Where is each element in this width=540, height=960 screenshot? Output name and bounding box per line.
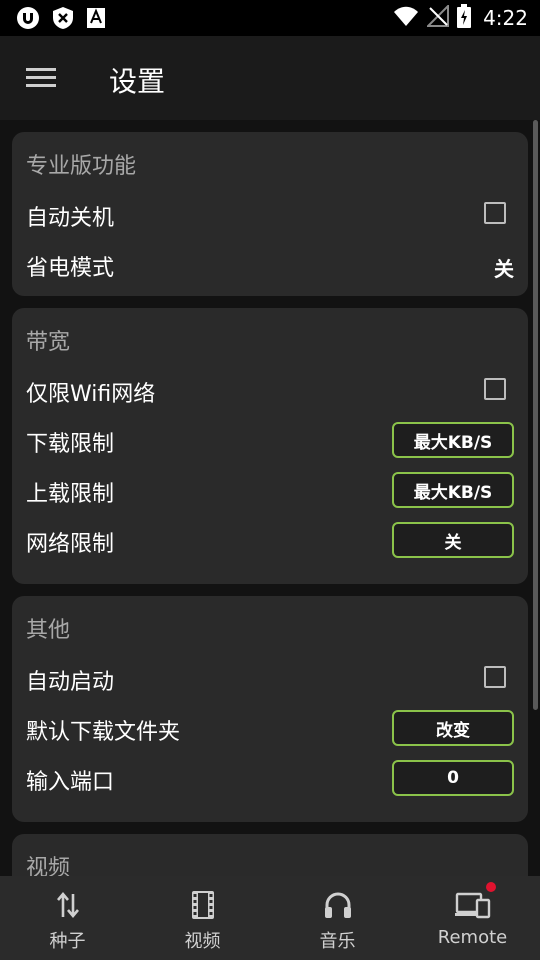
app-bar: 设置 [0, 36, 540, 120]
video-section-card: 视频 [12, 834, 528, 876]
network-limit-label: 网络限制 [26, 532, 115, 557]
wifi-only-label: 仅限Wifi网络 [26, 382, 156, 407]
status-time: 4:22 [483, 6, 528, 30]
upload-limit-button[interactable]: 最大KB/S [392, 472, 514, 508]
change-folder-button[interactable]: 改变 [392, 710, 514, 746]
incoming-port-label: 输入端口 [26, 770, 115, 795]
nav-video[interactable]: 视频 [135, 876, 270, 960]
section-title: 其他 [26, 618, 71, 643]
other-section-card: 其他 自动启动 默认下载文件夹 改变 输入端口 0 [12, 596, 528, 822]
bottom-navigation: 种子 视频 音乐 Remote [0, 876, 540, 960]
utorrent-icon [16, 6, 40, 34]
font-app-icon [86, 7, 106, 33]
settings-list[interactable]: 专业版功能 自动关机 省电模式 关 带宽 仅限Wifi网络 下载限制 最大KB/… [0, 120, 540, 876]
nav-remote-label: Remote [437, 927, 508, 948]
incoming-port-button[interactable]: 0 [392, 760, 514, 796]
auto-start-checkbox[interactable] [484, 666, 506, 688]
bandwidth-section-card: 带宽 仅限Wifi网络 下载限制 最大KB/S 上载限制 最大KB/S 网络限制… [12, 308, 528, 584]
auto-shutdown-checkbox[interactable] [484, 202, 506, 224]
headphones-icon [323, 890, 353, 924]
section-title: 视频 [26, 856, 71, 876]
page-title: 设置 [109, 65, 166, 98]
film-icon [190, 890, 216, 924]
status-bar: 4:22 [0, 0, 540, 36]
power-save-label: 省电模式 [26, 256, 115, 281]
download-limit-label: 下载限制 [26, 432, 115, 457]
notification-badge [486, 882, 496, 892]
wifi-only-checkbox[interactable] [484, 378, 506, 400]
auto-shutdown-label: 自动关机 [26, 206, 115, 231]
nav-remote[interactable]: Remote [405, 876, 540, 960]
auto-start-label: 自动启动 [26, 670, 115, 695]
transfer-arrows-icon [54, 890, 82, 924]
nav-music[interactable]: 音乐 [270, 876, 405, 960]
devices-icon [454, 890, 491, 924]
default-folder-label: 默认下载文件夹 [26, 720, 181, 745]
upload-limit-label: 上载限制 [26, 482, 115, 507]
section-title: 专业版功能 [26, 154, 137, 179]
no-signal-icon [425, 3, 450, 31]
nav-music-label: 音乐 [319, 931, 356, 952]
menu-icon[interactable] [26, 66, 58, 90]
download-limit-button[interactable]: 最大KB/S [392, 422, 514, 458]
battery-charging-icon [457, 4, 472, 32]
nav-torrents-label: 种子 [49, 931, 86, 952]
power-save-value[interactable]: 关 [494, 253, 514, 282]
network-limit-button[interactable]: 关 [392, 522, 514, 558]
shield-icon [52, 6, 74, 34]
section-title: 带宽 [26, 330, 71, 355]
pro-section-card: 专业版功能 自动关机 省电模式 关 [12, 132, 528, 296]
wifi-icon [393, 5, 419, 31]
nav-video-label: 视频 [184, 931, 221, 952]
nav-torrents[interactable]: 种子 [0, 876, 135, 960]
scrollbar[interactable] [533, 120, 538, 710]
